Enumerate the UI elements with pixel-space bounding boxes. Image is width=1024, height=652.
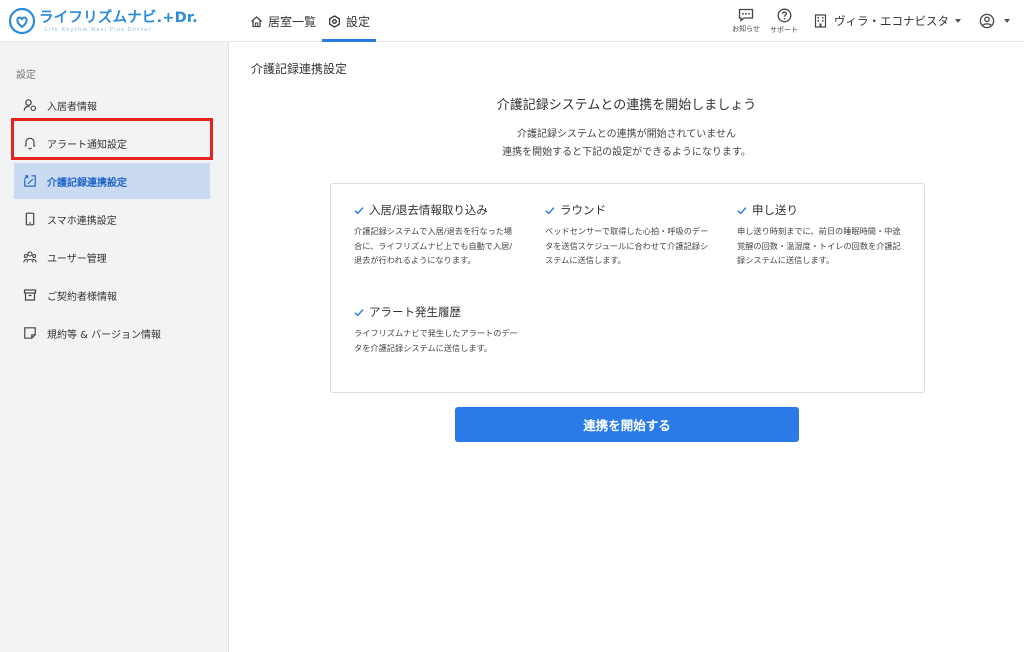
sidebar-item-label: 入居者情報: [47, 101, 97, 113]
feature-title: 申し送り: [752, 203, 798, 217]
link-document-icon: [24, 175, 36, 187]
sidebar-item-label: 介護記録連携設定: [47, 177, 127, 189]
feature-title: 入居/退去情報取り込み: [369, 203, 488, 217]
logo-text: ライフリズムナビ.+Dr.: [39, 9, 198, 26]
help-icon: [777, 8, 791, 22]
sidebar-title: 設定: [16, 70, 36, 81]
check-icon: [354, 308, 364, 316]
feature-alert-history: アラート発生履歴 ライフリズムナビで発生したアラートのデータを介護記録システムに…: [354, 304, 519, 355]
nav-room-list-label: 居室一覧: [268, 14, 317, 29]
sidebar-item-label: スマホ連携設定: [47, 215, 117, 227]
nav-settings[interactable]: 設定: [322, 0, 377, 42]
feature-body: 申し送り時刻までに、前日の睡眠時間・中途覚醒の回数・温湿度・トイレの回数を介護記…: [737, 226, 901, 265]
users-icon: [23, 251, 37, 263]
resident-icon: [23, 99, 37, 112]
feature-title: ラウンド: [560, 203, 606, 217]
sidebar-item-care-record-link[interactable]: 介護記録連携設定: [14, 163, 210, 199]
settings-sidebar: 設定 入居者情報 アラート通知設定 介護記録連携設定 スマホ連携設定 ユーザー管…: [0, 42, 229, 652]
app-logo[interactable]: ライフリズムナビ.+Dr. Life Rhythm Navi Plus Doct…: [8, 7, 198, 35]
feature-title: アラート発生履歴: [369, 305, 461, 319]
feature-body: ライフリズムナビで発生したアラートのデータを介護記録システムに送信します。: [354, 328, 518, 353]
app-header: ライフリズムナビ.+Dr. Life Rhythm Navi Plus Doct…: [0, 0, 1024, 42]
feature-handover: 申し送り 申し送り時刻までに、前日の睡眠時間・中途覚醒の回数・温湿度・トイレの回…: [737, 202, 902, 268]
facility-selector[interactable]: ヴィラ・エコナビスタ: [814, 13, 961, 29]
archive-box-icon: [23, 289, 37, 301]
check-icon: [354, 206, 364, 214]
page-description: 介護記録システムとの連携が開始されていません 連携を開始すると下記の設定ができる…: [229, 126, 1024, 162]
sidebar-item-alert-settings[interactable]: アラート通知設定: [14, 125, 210, 161]
sidebar-item-user-management[interactable]: ユーザー管理: [14, 239, 210, 275]
feature-card: 入居/退去情報取り込み 介護記録システムで入居/退去を行なった場合に、ライフリズ…: [330, 183, 925, 393]
account-menu[interactable]: [979, 13, 1010, 29]
building-icon: [814, 14, 827, 28]
check-icon: [545, 206, 555, 214]
notifications-label: お知らせ: [732, 25, 760, 33]
chevron-down-icon: [955, 19, 961, 23]
nav-settings-label: 設定: [346, 14, 371, 29]
sidebar-item-contractor-info[interactable]: ご契約者様情報: [14, 277, 210, 313]
support-label: サポート: [770, 25, 798, 34]
account-icon: [979, 13, 995, 29]
sidebar-item-label: アラート通知設定: [47, 139, 127, 151]
sidebar-item-smartphone-link[interactable]: スマホ連携設定: [14, 201, 210, 237]
bell-icon: [24, 137, 36, 150]
gear-icon: [329, 14, 340, 28]
description-line: 介護記録システムとの連携が開始されていません: [517, 129, 736, 140]
sidebar-item-label: ユーザー管理: [47, 253, 107, 265]
logo-heart-icon: [8, 7, 36, 35]
check-icon: [737, 206, 747, 214]
main-content: 介護記録連携設定 介護記録システムとの連携を開始しましょう 介護記録システムとの…: [229, 42, 1024, 652]
start-integration-button[interactable]: 連携を開始する: [455, 407, 799, 442]
feature-round: ラウンド ベッドセンサーで取得した心拍・呼吸のデータを送信スケジュールに合わせて…: [545, 202, 710, 268]
sidebar-item-terms-version[interactable]: 規約等 & バージョン情報: [14, 315, 210, 351]
support-button[interactable]: サポート: [770, 8, 798, 35]
feature-body: 介護記録システムで入居/退去を行なった場合に、ライフリズムナビ上でも自動で入居/…: [354, 226, 513, 265]
sidebar-item-label: ご契約者様情報: [47, 291, 117, 303]
feature-move-in-out: 入居/退去情報取り込み 介護記録システムで入居/退去を行なった場合に、ライフリズ…: [354, 202, 519, 268]
main-nav: 居室一覧 設定: [244, 0, 377, 42]
page-headline: 介護記録システムとの連携を開始しましょう: [496, 98, 757, 113]
nav-room-list[interactable]: 居室一覧: [244, 0, 322, 42]
smartphone-icon: [25, 212, 35, 226]
page-title: 介護記録連携設定: [251, 62, 348, 76]
chevron-down-icon: [1004, 19, 1010, 23]
facility-name: ヴィラ・エコナビスタ: [834, 14, 949, 28]
feature-body: ベッドセンサーで取得した心拍・呼吸のデータを送信スケジュールに合わせて介護記録シ…: [545, 226, 709, 265]
notifications-button[interactable]: お知らせ: [732, 8, 760, 34]
sidebar-item-label: 規約等 & バージョン情報: [47, 329, 161, 341]
note-icon: [24, 327, 36, 339]
sidebar-item-resident-info[interactable]: 入居者情報: [14, 87, 210, 123]
message-icon: [738, 8, 754, 22]
logo-subtext: Life Rhythm Navi Plus Doctor: [45, 26, 152, 33]
home-icon: [251, 15, 262, 27]
description-line: 連携を開始すると下記の設定ができるようになります。: [502, 147, 751, 158]
